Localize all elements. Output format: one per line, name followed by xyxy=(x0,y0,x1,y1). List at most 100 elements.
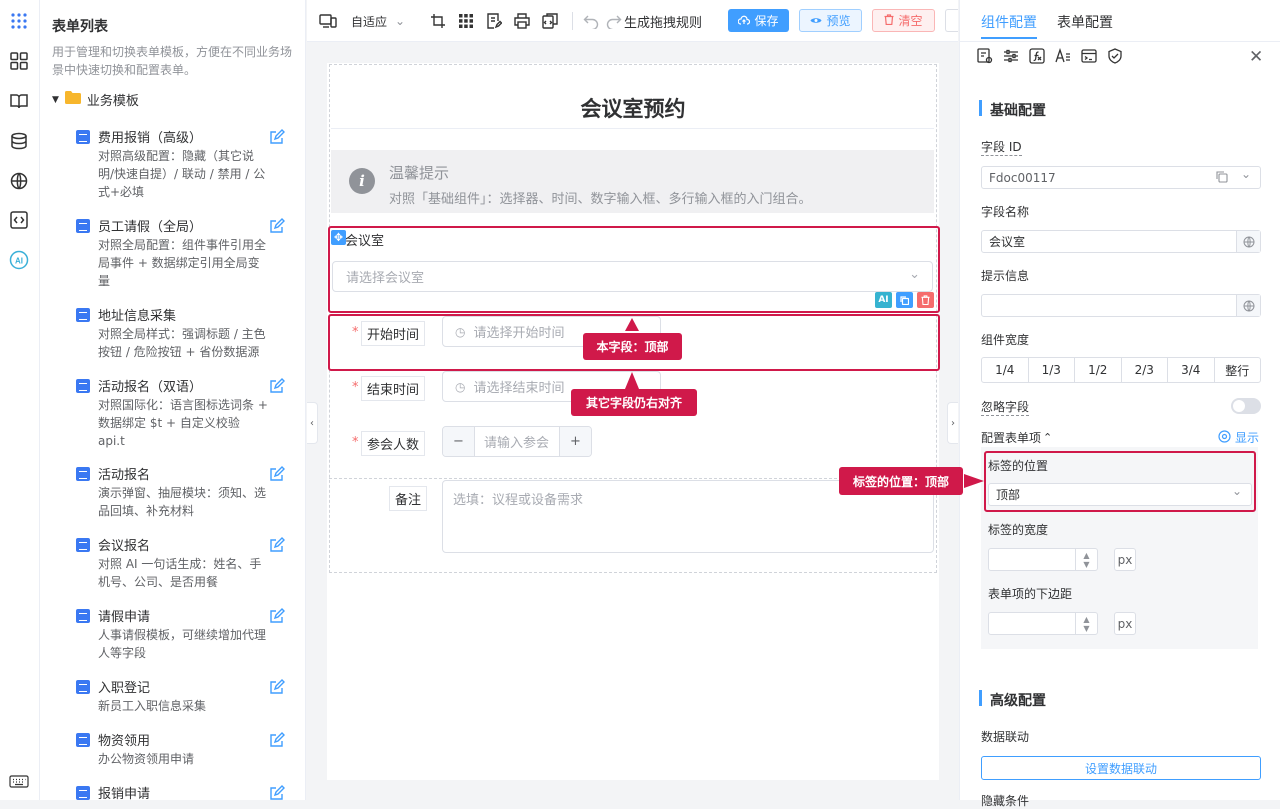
highlight-room-field xyxy=(328,226,940,313)
save-label: 保存 xyxy=(754,14,779,28)
code-window-icon[interactable] xyxy=(1081,48,1097,68)
trash-icon xyxy=(884,13,894,28)
sidebar-title: 表单列表 xyxy=(52,19,108,35)
title-divider xyxy=(331,128,934,129)
field-id-input[interactable]: Fdoc00117 ⌄ xyxy=(981,166,1261,189)
config-icon-row xyxy=(977,47,1123,68)
width-option[interactable]: 整行 xyxy=(1215,358,1261,382)
group-business-templates[interactable]: ▼ 业务模板 xyxy=(52,90,139,109)
form-settings-icon[interactable] xyxy=(977,48,993,68)
callout-arrow xyxy=(625,318,639,331)
plus-button[interactable]: + xyxy=(559,427,591,456)
callout-other-fields: 其它字段仍右对齐 xyxy=(571,389,697,416)
toolbar-divider xyxy=(572,12,573,30)
form-canvas: 会议室预约 i 温馨提示 对照「基础组件」：选择器、时间、数字输入框、多行输入框… xyxy=(327,63,939,780)
template-name: 请假申请 xyxy=(98,610,151,625)
attendees-number-input[interactable]: − 请输入参会 + xyxy=(442,426,592,457)
width-option[interactable]: 1/2 xyxy=(1075,358,1122,382)
function-icon[interactable] xyxy=(1029,48,1045,68)
sliders-icon[interactable] xyxy=(1003,48,1019,68)
width-option[interactable]: 3/4 xyxy=(1168,358,1215,382)
edit-icon[interactable] xyxy=(269,785,285,800)
collapse-right-handle[interactable]: › xyxy=(947,402,958,444)
config-items-toggle[interactable]: 配置表单项 ⌃ xyxy=(981,429,1052,446)
components-icon[interactable] xyxy=(8,50,30,72)
edit-icon[interactable] xyxy=(269,129,285,145)
show-toggle[interactable]: 显示 xyxy=(1218,429,1259,446)
config-items-label: 配置表单项 xyxy=(981,431,1042,445)
stepper-arrows[interactable]: ▲ ▼ xyxy=(1075,613,1097,634)
edit-icon[interactable] xyxy=(269,537,285,553)
field-id-label: 字段 ID xyxy=(981,140,1022,156)
close-icon[interactable]: ✕ xyxy=(1249,47,1263,67)
translate-globe-icon[interactable] xyxy=(1236,295,1260,316)
template-desc: 新员工入职信息采集 xyxy=(98,699,207,713)
ai-icon[interactable]: AI xyxy=(8,249,30,271)
stepper-arrows[interactable]: ▲ ▼ xyxy=(1075,549,1097,570)
apps-grid-icon[interactable] xyxy=(8,10,30,32)
chevron-down-icon: ⌄ xyxy=(395,14,406,28)
form-title: 会议室预约 xyxy=(580,97,686,121)
edit-icon[interactable] xyxy=(269,466,285,482)
tab-form-config[interactable]: 表单配置 xyxy=(1057,12,1113,32)
print-icon[interactable] xyxy=(514,12,530,30)
callout-arrow xyxy=(625,372,639,389)
highlight-label-position xyxy=(984,451,1256,512)
layout-mode-select[interactable]: 自适应 ⌄ xyxy=(351,12,405,30)
width-option[interactable]: 2/3 xyxy=(1122,358,1168,382)
copy-icon[interactable] xyxy=(1216,171,1228,186)
edit-icon[interactable] xyxy=(269,218,285,234)
generate-rules-button[interactable]: 生成拖拽规则 xyxy=(606,12,702,31)
more-button[interactable] xyxy=(945,9,958,32)
tip-info-label: 提示信息 xyxy=(981,269,1030,283)
section-marker xyxy=(979,100,982,116)
template-name: 会议报名 xyxy=(98,539,151,554)
template-desc: 人事请假模板，可继续增加代理人等字段 xyxy=(98,628,267,660)
end-time-label: 结束时间 xyxy=(361,376,426,401)
preview-button[interactable]: 预览 xyxy=(799,9,862,32)
clear-button[interactable]: 清空 xyxy=(872,9,935,32)
template-name: 员工请假（全局） xyxy=(98,220,203,235)
save-button[interactable]: 保存 xyxy=(728,9,789,32)
keyboard-icon[interactable] xyxy=(8,770,30,792)
edit-icon[interactable] xyxy=(269,378,285,394)
book-icon[interactable] xyxy=(8,90,30,112)
label-width-label: 标签的宽度 xyxy=(988,523,1049,537)
crop-icon[interactable] xyxy=(430,12,446,30)
edit-doc-icon[interactable] xyxy=(486,12,502,30)
alert-desc: 对照「基础组件」：选择器、时间、数字输入框、多行输入框的入门组合。 xyxy=(389,192,812,207)
set-linkage-button[interactable]: 设置数据联动 xyxy=(981,756,1261,780)
minus-button[interactable]: − xyxy=(443,427,475,456)
template-name: 活动报名 xyxy=(98,468,151,483)
tab-component-config[interactable]: 组件配置 xyxy=(981,12,1037,32)
width-segmented-control[interactable]: 1/4 1/3 1/2 2/3 3/4 整行 xyxy=(981,357,1261,383)
ignore-field-toggle[interactable] xyxy=(1231,398,1261,414)
width-option[interactable]: 1/3 xyxy=(1029,358,1075,382)
json-icon[interactable] xyxy=(542,12,558,30)
label-width-input[interactable]: ▲ ▼ xyxy=(988,548,1098,571)
linkage-label: 数据联动 xyxy=(981,730,1030,744)
collapse-left-handle[interactable]: ‹ xyxy=(307,402,318,444)
template-name: 活动报名（双语） xyxy=(98,380,203,395)
translate-globe-icon[interactable] xyxy=(1236,231,1260,252)
field-name-input[interactable]: 会议室 xyxy=(981,230,1261,253)
document-icon xyxy=(76,786,90,800)
tip-alert: i 温馨提示 对照「基础组件」：选择器、时间、数字输入框、多行输入框的入门组合。 xyxy=(331,150,934,213)
code-icon[interactable] xyxy=(8,209,30,231)
template-desc: 对照全局样式：强调标题 / 主色按钮 / 危险按钮 + 省份数据源 xyxy=(98,327,266,359)
edit-icon[interactable] xyxy=(269,679,285,695)
text-style-icon[interactable] xyxy=(1055,47,1071,68)
globe-icon[interactable] xyxy=(8,170,30,192)
undo-icon[interactable] xyxy=(583,12,599,30)
item-margin-input[interactable]: ▲ ▼ xyxy=(988,612,1098,635)
edit-icon[interactable] xyxy=(269,608,285,624)
database-icon[interactable] xyxy=(8,130,30,152)
notes-label: 备注 xyxy=(389,486,428,511)
width-option[interactable]: 1/4 xyxy=(982,358,1029,382)
edit-icon[interactable] xyxy=(269,732,285,748)
shield-check-icon[interactable] xyxy=(1107,48,1123,68)
device-icon[interactable] xyxy=(319,12,337,30)
clock-icon: ◷ xyxy=(455,379,466,394)
grid-icon[interactable] xyxy=(458,12,474,30)
tip-info-input[interactable] xyxy=(981,294,1261,317)
